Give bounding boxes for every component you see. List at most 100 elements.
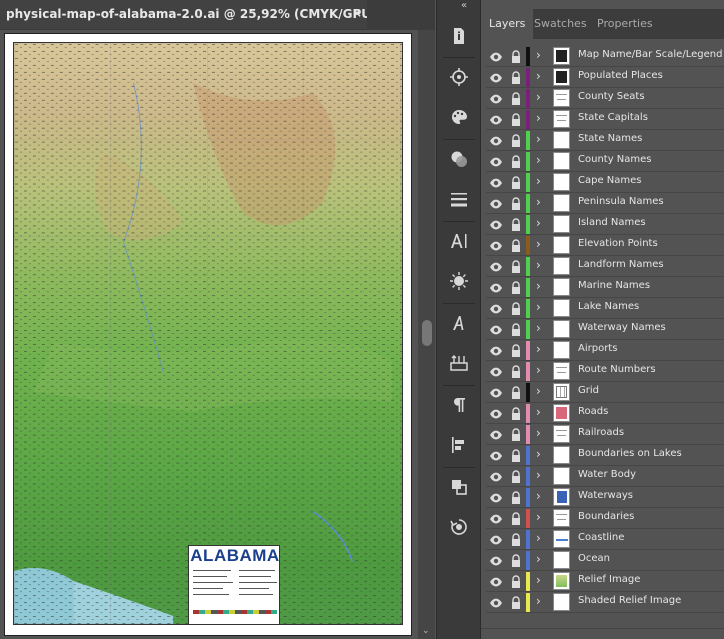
visibility-eye-icon[interactable] — [489, 427, 503, 441]
layer-row[interactable]: › Peninsula Names — [486, 193, 724, 214]
visibility-eye-icon[interactable] — [489, 406, 503, 420]
lock-icon[interactable] — [510, 280, 522, 294]
tab-swatches[interactable]: Swatches — [526, 9, 595, 39]
layer-row[interactable]: › Lake Names — [486, 298, 724, 319]
visibility-eye-icon[interactable] — [489, 280, 503, 294]
close-tab-button[interactable]: × — [352, 6, 362, 20]
visibility-eye-icon[interactable] — [489, 175, 503, 189]
lock-icon[interactable] — [510, 469, 522, 483]
layer-row[interactable]: › Airports — [486, 340, 724, 361]
expand-chevron-icon[interactable]: › — [536, 153, 541, 167]
layer-name[interactable]: Ocean — [578, 553, 610, 564]
layer-row[interactable]: › Railroads — [486, 424, 724, 445]
visibility-eye-icon[interactable] — [489, 154, 503, 168]
lock-icon[interactable] — [510, 133, 522, 147]
layer-row[interactable]: › Shaded Relief Image — [486, 592, 724, 613]
layer-name[interactable]: Railroads — [578, 427, 624, 438]
scrollbar-thumb[interactable] — [422, 320, 432, 346]
layer-name[interactable]: Grid — [578, 385, 599, 396]
layer-name[interactable]: Map Name/Bar Scale/Legend — [578, 49, 722, 60]
navigator-icon[interactable] — [445, 63, 473, 91]
layer-name[interactable]: County Names — [578, 154, 652, 165]
expand-chevron-icon[interactable]: › — [536, 573, 541, 587]
visibility-eye-icon[interactable] — [489, 322, 503, 336]
layer-name[interactable]: Relief Image — [578, 574, 640, 585]
layer-name[interactable]: Elevation Points — [578, 238, 658, 249]
transparency-icon[interactable] — [445, 145, 473, 173]
expand-chevron-icon[interactable]: › — [536, 69, 541, 83]
lock-icon[interactable] — [510, 154, 522, 168]
visibility-eye-icon[interactable] — [489, 238, 503, 252]
expand-chevron-icon[interactable]: › — [536, 447, 541, 461]
layer-row[interactable]: › County Names — [486, 151, 724, 172]
lock-icon[interactable] — [510, 511, 522, 525]
layer-row[interactable]: › Route Numbers — [486, 361, 724, 382]
visibility-eye-icon[interactable] — [489, 196, 503, 210]
expand-chevron-icon[interactable]: › — [536, 90, 541, 104]
layer-row[interactable]: › Map Name/Bar Scale/Legend — [486, 46, 724, 67]
layer-name[interactable]: Boundaries on Lakes — [578, 448, 682, 459]
transform-icon[interactable] — [445, 513, 473, 541]
visibility-eye-icon[interactable] — [489, 343, 503, 357]
lock-icon[interactable] — [510, 301, 522, 315]
layer-row[interactable]: › Elevation Points — [486, 235, 724, 256]
visibility-eye-icon[interactable] — [489, 112, 503, 126]
layer-row[interactable]: › Grid — [486, 382, 724, 403]
layer-row[interactable]: › Cape Names — [486, 172, 724, 193]
expand-chevron-icon[interactable]: › — [536, 468, 541, 482]
expand-chevron-icon[interactable]: › — [536, 405, 541, 419]
scroll-down-icon[interactable]: ⌄ — [422, 626, 430, 636]
layer-row[interactable]: › Waterways — [486, 487, 724, 508]
visibility-eye-icon[interactable] — [489, 49, 503, 63]
layer-row[interactable]: › Populated Places — [486, 67, 724, 88]
layer-name[interactable]: Water Body — [578, 469, 636, 480]
visibility-eye-icon[interactable] — [489, 448, 503, 462]
layer-name[interactable]: Island Names — [578, 217, 646, 228]
expand-chevron-icon[interactable]: › — [536, 195, 541, 209]
lock-icon[interactable] — [510, 343, 522, 357]
layer-row[interactable]: › Coastline — [486, 529, 724, 550]
visibility-eye-icon[interactable] — [489, 574, 503, 588]
lock-icon[interactable] — [510, 196, 522, 210]
expand-chevron-icon[interactable]: › — [536, 321, 541, 335]
lock-icon[interactable] — [510, 364, 522, 378]
layer-row[interactable]: › State Names — [486, 130, 724, 151]
document-info-icon[interactable] — [445, 22, 473, 50]
layer-row[interactable]: › Island Names — [486, 214, 724, 235]
visibility-eye-icon[interactable] — [489, 364, 503, 378]
visibility-eye-icon[interactable] — [489, 385, 503, 399]
lock-icon[interactable] — [510, 91, 522, 105]
layer-name[interactable]: Peninsula Names — [578, 196, 664, 207]
lock-icon[interactable] — [510, 322, 522, 336]
layer-name[interactable]: Cape Names — [578, 175, 642, 186]
expand-chevron-icon[interactable]: › — [536, 531, 541, 545]
visibility-eye-icon[interactable] — [489, 532, 503, 546]
lock-icon[interactable] — [510, 553, 522, 567]
visibility-eye-icon[interactable] — [489, 553, 503, 567]
expand-chevron-icon[interactable]: › — [536, 279, 541, 293]
lock-icon[interactable] — [510, 490, 522, 504]
layer-name[interactable]: Boundaries — [578, 511, 634, 522]
expand-chevron-icon[interactable]: › — [536, 342, 541, 356]
lock-icon[interactable] — [510, 49, 522, 63]
expand-chevron-icon[interactable]: › — [536, 426, 541, 440]
layer-row[interactable]: › Boundaries on Lakes — [486, 445, 724, 466]
layer-name[interactable]: Airports — [578, 343, 617, 354]
layer-name[interactable]: Waterway Names — [578, 322, 666, 333]
layer-name[interactable]: Landform Names — [578, 259, 664, 270]
expand-chevron-icon[interactable]: › — [536, 489, 541, 503]
links-icon[interactable] — [445, 349, 473, 377]
layer-name[interactable]: Roads — [578, 406, 608, 417]
expand-chevron-icon[interactable]: › — [536, 594, 541, 608]
expand-chevron-icon[interactable]: › — [536, 174, 541, 188]
visibility-eye-icon[interactable] — [489, 490, 503, 504]
visibility-eye-icon[interactable] — [489, 133, 503, 147]
tab-properties[interactable]: Properties — [589, 9, 661, 39]
canvas-vertical-scrollbar[interactable]: ⌄ — [418, 30, 435, 639]
lock-icon[interactable] — [510, 406, 522, 420]
expand-chevron-icon[interactable]: › — [536, 132, 541, 146]
lock-icon[interactable] — [510, 574, 522, 588]
layer-name[interactable]: Populated Places — [578, 70, 663, 81]
layer-row[interactable]: › Relief Image — [486, 571, 724, 592]
lock-icon[interactable] — [510, 175, 522, 189]
